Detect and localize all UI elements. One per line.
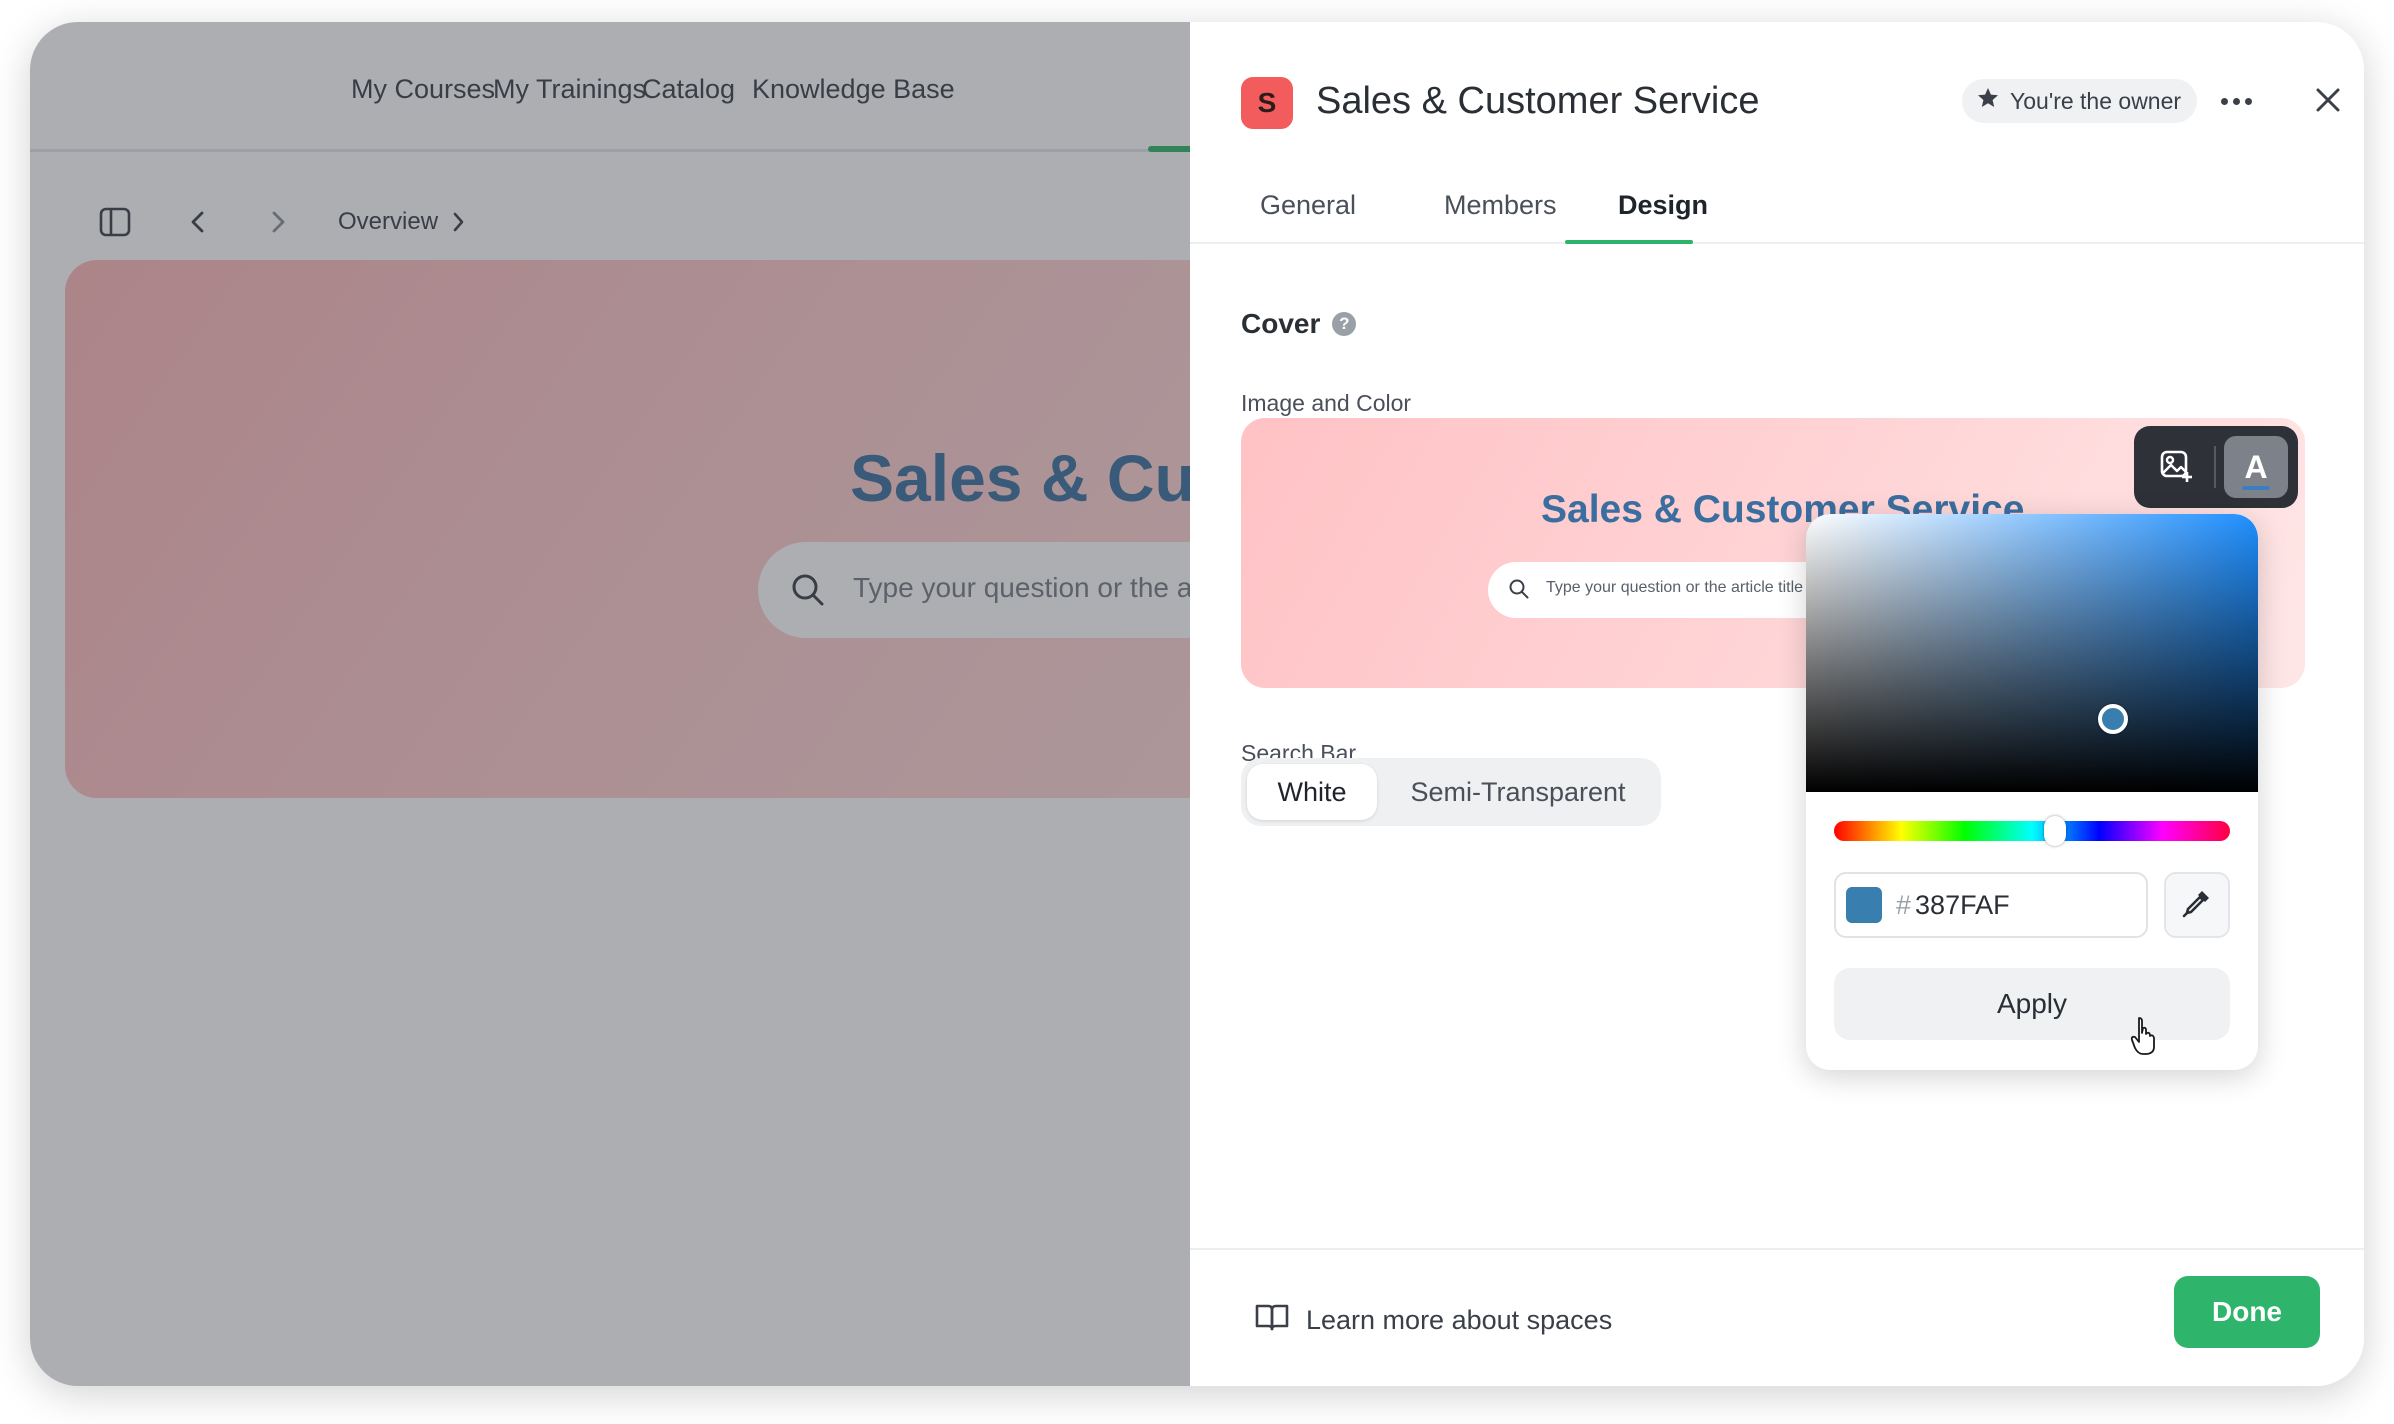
option-semi-transparent[interactable]: Semi-Transparent — [1381, 764, 1655, 820]
tab-design[interactable]: Design — [1618, 190, 1708, 221]
background-app: My Courses My Trainings Catalog Knowledg… — [30, 22, 1190, 1386]
cover-preview-search-placeholder: Type your question or the article title — [1546, 579, 1804, 596]
panel-tabs: General Members Design — [1190, 182, 2364, 244]
image-add-icon — [2158, 447, 2194, 488]
saturation-area[interactable] — [1806, 514, 2258, 792]
option-white[interactable]: White — [1247, 764, 1377, 820]
hex-hash-prefix: # — [1896, 889, 1912, 920]
more-options-icon[interactable] — [2214, 86, 2258, 116]
hex-color-input[interactable]: # 387FAF — [1834, 872, 2148, 938]
text-color-button[interactable]: A — [2224, 436, 2288, 498]
color-swatch — [1846, 887, 1882, 923]
book-icon — [1254, 1302, 1290, 1339]
cover-section-title: Cover ? — [1241, 308, 1357, 340]
star-icon — [1976, 86, 2000, 116]
active-tab-indicator — [1565, 240, 1693, 244]
hex-value: 387FAF — [1915, 889, 2010, 920]
cover-title: Cover — [1241, 308, 1321, 339]
image-and-color-label: Image and Color — [1241, 390, 1412, 416]
search-icon — [1508, 578, 1530, 605]
tab-members[interactable]: Members — [1444, 190, 1557, 221]
eyedropper-button[interactable] — [2164, 872, 2230, 938]
toolbar-divider — [2214, 446, 2216, 488]
panel-header: S Sales & Customer Service You're the ow… — [1190, 22, 2364, 244]
panel-footer: Learn more about spaces Done — [1190, 1248, 2364, 1386]
saturation-handle[interactable] — [2098, 704, 2128, 734]
help-icon[interactable]: ? — [1332, 312, 1357, 336]
color-picker-popover: # 387FAF Apply — [1806, 514, 2258, 1070]
tab-general[interactable]: General — [1260, 190, 1356, 221]
eyedropper-icon — [2181, 887, 2213, 924]
hue-slider-handle[interactable] — [2044, 816, 2066, 846]
change-image-button[interactable] — [2144, 436, 2208, 498]
owner-label: You're the owner — [2010, 87, 2182, 114]
learn-more-link[interactable]: Learn more about spaces — [1254, 1302, 1612, 1339]
hue-slider[interactable] — [1834, 821, 2230, 841]
hand-cursor-icon — [2130, 1016, 2160, 1056]
apply-button[interactable]: Apply — [1834, 968, 2230, 1040]
search-bar-style-toggle: White Semi-Transparent — [1241, 758, 1661, 826]
panel-title: Sales & Customer Service — [1316, 80, 1760, 122]
text-color-icon: A — [2242, 448, 2270, 490]
done-button[interactable]: Done — [2174, 1276, 2320, 1348]
cover-tools-toolbar: A — [2134, 426, 2298, 508]
learn-more-label: Learn more about spaces — [1306, 1305, 1613, 1335]
modal-overlay[interactable] — [30, 22, 1190, 1386]
owner-chip: You're the owner — [1962, 79, 2198, 123]
close-icon[interactable] — [2306, 78, 2350, 122]
space-badge: S — [1241, 77, 1293, 129]
